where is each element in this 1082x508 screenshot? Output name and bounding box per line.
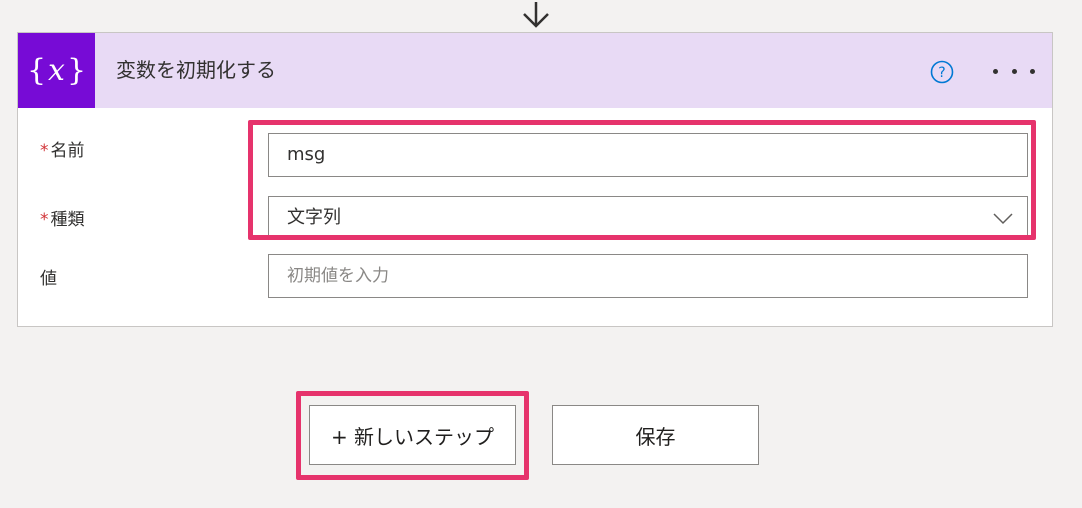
variable-icon: {x} (18, 33, 95, 108)
type-label: * 種類 (40, 205, 85, 230)
help-icon[interactable]: ? (930, 60, 954, 84)
value-placeholder: 初期値を入力 (287, 266, 389, 286)
highlight-annotation (296, 391, 529, 480)
save-button[interactable]: 保存 (552, 405, 759, 465)
more-dot (1011, 68, 1017, 74)
value-label: 値 (40, 264, 57, 289)
type-label-text: 種類 (50, 210, 85, 230)
arrow-down-icon (523, 2, 549, 28)
name-label-text: 名前 (50, 141, 85, 161)
more-dot (993, 68, 998, 74)
highlight-annotation (248, 120, 1036, 240)
value-input[interactable]: 初期値を入力 (268, 254, 1028, 298)
required-mark: * (40, 210, 49, 230)
card-title: 変数を初期化する (116, 58, 276, 82)
more-options-button[interactable] (993, 59, 1035, 83)
card-header[interactable]: {x} 変数を初期化する ? (18, 33, 1052, 108)
name-label: * 名前 (40, 136, 85, 161)
more-dot (1030, 68, 1035, 74)
value-label-text: 値 (40, 269, 57, 289)
svg-text:?: ? (938, 65, 945, 81)
required-mark: * (40, 141, 49, 161)
